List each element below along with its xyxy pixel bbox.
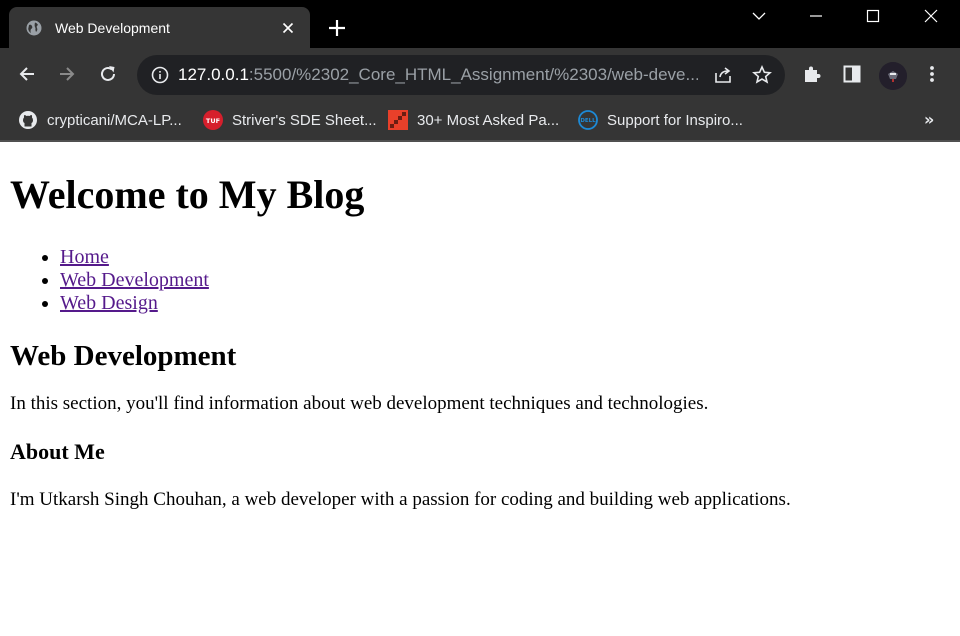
menu-kebab-icon[interactable] [922, 64, 942, 84]
bookmark-label: crypticani/MCA-LP... [47, 111, 182, 129]
nav-list: Home Web Development Web Design [10, 246, 950, 315]
minimize-icon[interactable] [806, 6, 826, 26]
address-bar[interactable]: 127.0.0.1:5500/%2302_Core_HTML_Assignmen… [137, 55, 785, 95]
avatar-icon [879, 62, 907, 90]
extensions-puzzle-icon[interactable] [802, 64, 822, 84]
tab-search-chevron-icon[interactable] [749, 6, 769, 26]
svg-text:TUF: TUF [206, 117, 220, 125]
tab-title: Web Development [55, 20, 170, 36]
page-content: Welcome to My Blog Home Web Development … [0, 144, 960, 636]
bookmark-item-1[interactable]: crypticani/MCA-LP... [18, 109, 182, 131]
section-paragraph: In this section, you'll find information… [10, 393, 709, 414]
bookmark-label: 30+ Most Asked Pa... [417, 111, 560, 129]
side-panel-icon[interactable] [842, 64, 862, 84]
back-arrow-icon[interactable] [17, 64, 37, 84]
bookmark-label: Striver's SDE Sheet... [232, 111, 377, 129]
url-path: :5500/%2302_Core_HTML_Assignment/%2303/w… [248, 65, 698, 84]
browser-tab-strip: Web Development [0, 0, 960, 48]
nav-list-item: Web Development [60, 269, 950, 292]
bookmarks-bar: crypticani/MCA-LP... TUF Striver's SDE S… [0, 100, 960, 142]
dell-icon: DELL [578, 110, 598, 130]
bookmarks-overflow-chevron-icon[interactable]: » [924, 110, 934, 129]
nav-link-web-design[interactable]: Web Design [60, 292, 158, 314]
new-tab-plus-icon[interactable] [327, 18, 347, 38]
svg-text:DELL: DELL [580, 118, 596, 124]
section-heading: Web Development [10, 340, 237, 372]
url-host: 127.0.0.1 [178, 65, 249, 84]
nav-list-item: Home [60, 246, 950, 269]
maximize-icon[interactable] [863, 6, 883, 26]
share-icon[interactable] [713, 65, 733, 85]
close-icon[interactable] [280, 20, 296, 36]
page-title: Welcome to My Blog [10, 172, 365, 217]
globe-icon [26, 20, 42, 36]
url-text[interactable]: 127.0.0.1:5500/%2302_Core_HTML_Assignmen… [178, 65, 698, 85]
nav-list-item: Web Design [60, 292, 950, 315]
nav-link-home[interactable]: Home [60, 246, 109, 268]
bookmark-star-icon[interactable] [752, 65, 772, 85]
tuf-icon: TUF [203, 110, 223, 130]
bookmark-label: Support for Inspiro... [607, 111, 743, 129]
bookmark-item-4[interactable]: DELL Support for Inspiro... [578, 109, 743, 131]
forward-arrow-icon[interactable] [57, 64, 77, 84]
browser-toolbar: 127.0.0.1:5500/%2302_Core_HTML_Assignmen… [0, 48, 960, 100]
stairs-icon [388, 110, 408, 130]
about-paragraph: I'm Utkarsh Singh Chouhan, a web develop… [10, 489, 791, 510]
bookmark-item-2[interactable]: TUF Striver's SDE Sheet... [203, 109, 377, 131]
nav-link-web-development[interactable]: Web Development [60, 269, 209, 291]
close-window-icon[interactable] [921, 6, 941, 26]
reload-icon[interactable] [98, 64, 118, 84]
bookmark-item-3[interactable]: 30+ Most Asked Pa... [388, 109, 559, 131]
about-heading: About Me [10, 439, 105, 464]
github-icon [19, 111, 37, 129]
profile-avatar[interactable] [879, 62, 907, 90]
site-info-icon[interactable] [151, 66, 169, 84]
browser-tab-active[interactable]: Web Development [9, 7, 310, 48]
